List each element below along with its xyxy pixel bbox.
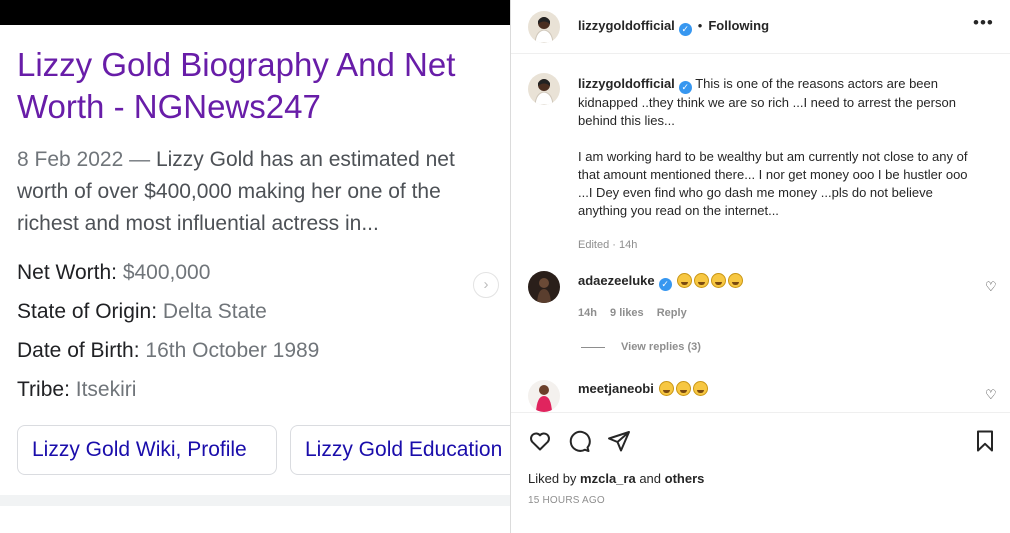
caption-meta: Edited · 14h: [578, 239, 638, 251]
fact-label: Tribe:: [17, 378, 70, 401]
chip-wiki-profile[interactable]: Lizzy Gold Wiki, Profile: [17, 425, 277, 475]
comment-username[interactable]: adaezeeluke: [578, 273, 655, 288]
fact-value: Delta State: [162, 300, 267, 323]
divider-strip: [0, 495, 510, 506]
liked-by-user[interactable]: mzcla_ra: [580, 471, 636, 486]
fact-net-worth: Net Worth: $400,000: [17, 258, 210, 288]
post-actions: Liked by mzcla_ra and others 15 HOURS AG…: [511, 412, 1010, 533]
laughing-emoji-icon: [694, 273, 710, 288]
laughing-emoji-icon: [677, 273, 693, 288]
comment-like-heart-icon[interactable]: ♡: [985, 279, 997, 295]
comment-avatar[interactable]: [528, 380, 560, 412]
avatar[interactable]: [528, 11, 560, 43]
following-button[interactable]: Following: [708, 18, 769, 33]
comment-reply-button[interactable]: Reply: [657, 307, 687, 319]
fact-state-of-origin: State of Origin: Delta State: [17, 297, 267, 327]
top-black-bar: [0, 0, 510, 25]
fact-label: State of Origin:: [17, 300, 158, 323]
comment-likes[interactable]: 9 likes: [610, 307, 644, 319]
bookmark-icon[interactable]: [973, 429, 997, 458]
fact-value: $400,000: [122, 261, 211, 284]
comment-icon[interactable]: [567, 429, 591, 458]
verified-badge-icon: ✓: [658, 278, 672, 291]
fact-value: Itsekiri: [75, 378, 137, 401]
caption-avatar[interactable]: [528, 73, 560, 105]
post-header: lizzygoldofficial ✓ • Following •••: [511, 0, 1010, 54]
caption-paragraph-2: I am working hard to be wealthy but am c…: [578, 149, 968, 218]
comment-like-heart-icon[interactable]: ♡: [985, 387, 997, 403]
snippet-date: 8 Feb 2022: [17, 148, 124, 171]
verified-badge-icon: ✓: [678, 81, 692, 94]
comment-meetjaneobi: meetjaneobi: [578, 381, 709, 396]
laughing-emoji-icon: [659, 381, 675, 396]
post-timestamp: 15 HOURS AGO: [528, 495, 605, 506]
comment-avatar[interactable]: [528, 271, 560, 303]
liked-by: Liked by mzcla_ra and others: [528, 471, 704, 486]
post-username[interactable]: lizzygoldofficial: [578, 18, 675, 33]
fact-tribe: Tribe: Itsekiri: [17, 375, 136, 405]
comment-username[interactable]: meetjaneobi: [578, 381, 654, 396]
laughing-emoji-icon: [728, 273, 744, 288]
instagram-post-panel: lizzygoldofficial ✓ • Following ••• lizzygo…: [510, 0, 1010, 533]
heart-icon[interactable]: [528, 429, 552, 458]
liked-by-and: and: [639, 471, 662, 486]
result-snippet: 8 Feb 2022 — Lizzy Gold has an estimated…: [17, 144, 497, 240]
post-caption: lizzygoldofficial ✓ This is one of the re…: [578, 75, 978, 254]
comment-time: 14h: [578, 307, 597, 319]
view-replies-label: View replies (3): [621, 341, 701, 353]
laughing-emoji-icon: [693, 381, 709, 396]
chip-education[interactable]: Lizzy Gold Education: [290, 425, 510, 475]
fact-date-of-birth: Date of Birth: 16th October 1989: [17, 336, 319, 366]
result-title-link[interactable]: Lizzy Gold Biography And Net Worth - NGN…: [17, 44, 497, 128]
fact-value: 16th October 1989: [145, 339, 320, 362]
more-options-icon[interactable]: •••: [973, 13, 994, 33]
comment-meta: 14h 9 likes Reply: [578, 307, 697, 319]
snippet-separator: —: [129, 148, 151, 171]
view-replies-line: [581, 346, 605, 348]
fact-label: Date of Birth:: [17, 339, 140, 362]
comment-adaezeeluke: adaezeeluke ✓: [578, 273, 744, 291]
chevron-right-icon[interactable]: ›: [473, 272, 499, 298]
laughing-emoji-icon: [711, 273, 727, 288]
verified-badge-icon: ✓: [678, 23, 692, 36]
laughing-emoji-icon: [676, 381, 692, 396]
view-replies-button[interactable]: View replies (3): [581, 341, 701, 353]
liked-by-others[interactable]: others: [665, 471, 705, 486]
fact-label: Net Worth:: [17, 261, 117, 284]
share-icon[interactable]: [607, 429, 631, 458]
liked-by-prefix: Liked by: [528, 471, 577, 486]
caption-username[interactable]: lizzygoldofficial: [578, 76, 675, 91]
header-separator: •: [697, 18, 703, 33]
caption-paragraph-1: lizzygoldofficial ✓ This is one of the re…: [578, 75, 978, 130]
header-line: lizzygoldofficial ✓ • Following: [578, 18, 769, 36]
search-result-panel: Lizzy Gold Biography And Net Worth - NGN…: [0, 0, 510, 533]
